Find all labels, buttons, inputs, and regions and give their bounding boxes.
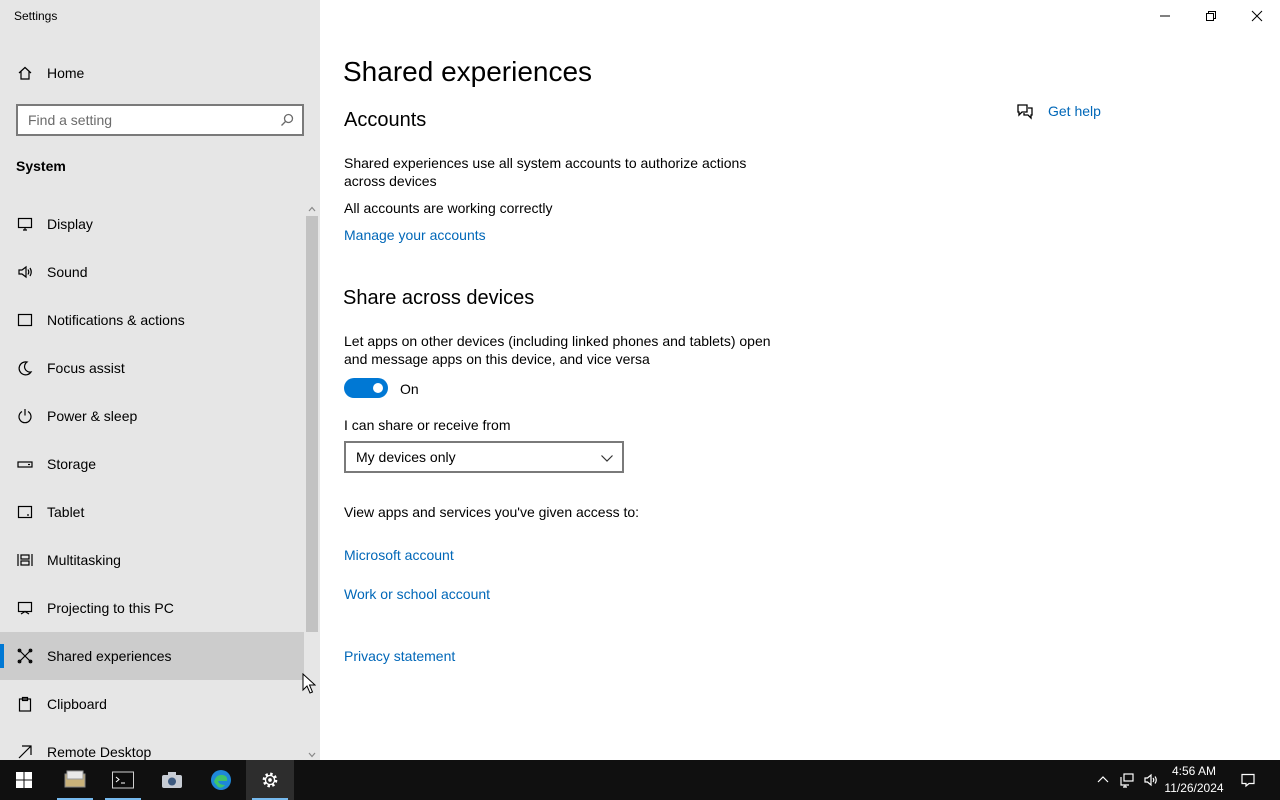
sidebar-item-clipboard[interactable]: Clipboard [0, 680, 304, 728]
clipboard-icon [16, 695, 34, 713]
taskbar-file-explorer[interactable] [51, 760, 99, 800]
start-button[interactable] [0, 760, 48, 800]
accounts-description: Shared experiences use all system accoun… [344, 155, 747, 189]
view-apps-label: View apps and services you've given acce… [344, 504, 640, 520]
shared-experiences-icon [16, 647, 34, 665]
taskbar-settings[interactable] [246, 760, 294, 800]
sidebar-item-label: Multitasking [47, 552, 121, 568]
taskbar-edge[interactable] [197, 760, 245, 800]
restore-icon [1206, 11, 1216, 21]
app-title: Settings [14, 9, 58, 23]
sidebar-item-shared-experiences[interactable]: Shared experiences [0, 632, 304, 680]
sidebar-item-label: Projecting to this PC [47, 600, 174, 616]
moon-icon [16, 359, 34, 377]
start-icon [16, 772, 32, 788]
sidebar-item-tablet[interactable]: Tablet [0, 488, 304, 536]
scroll-down-icon[interactable] [308, 746, 316, 758]
sidebar-item-label: Tablet [47, 504, 85, 520]
get-help-link[interactable]: Get help [1016, 101, 1101, 121]
chevron-down-icon [600, 451, 614, 465]
clock-time: 4:56 AM [1171, 764, 1217, 778]
sidebar-item-label: Focus assist [47, 360, 125, 376]
scrollbar-thumb[interactable] [306, 216, 318, 632]
storage-icon [16, 455, 34, 473]
accounts-heading: Accounts [344, 109, 427, 131]
section-title: System [16, 158, 66, 174]
network-icon[interactable] [1117, 770, 1137, 790]
tablet-icon [16, 503, 34, 521]
window-controls [1142, 0, 1280, 32]
sidebar-item-label: Remote Desktop [47, 744, 152, 760]
share-heading: Share across devices [343, 287, 535, 309]
share-across-devices-toggle[interactable] [344, 378, 388, 398]
sidebar-item-notifications[interactable]: Notifications & actions [0, 296, 304, 344]
taskbar-clock[interactable]: 4:56 AM 11/26/2024 [1160, 763, 1228, 797]
help-chat-icon [1016, 102, 1034, 120]
manage-accounts-link[interactable]: Manage your accounts [344, 227, 486, 243]
taskbar: 4:56 AM 11/26/2024 [0, 760, 1280, 800]
sidebar-item-label: Sound [47, 264, 88, 280]
microsoft-account-link[interactable]: Microsoft account [344, 547, 454, 563]
restore-button[interactable] [1188, 0, 1234, 32]
sidebar-item-label: Power & sleep [47, 408, 138, 424]
sidebar-item-display[interactable]: Display [0, 200, 304, 248]
main-content: Shared experiences Get help Accounts Sha… [320, 0, 1280, 760]
sidebar: Settings Home System Display Sound [0, 0, 320, 760]
file-explorer-icon [64, 770, 86, 788]
speaker-icon [16, 263, 34, 281]
home-icon [16, 64, 34, 82]
sidebar-item-label: Storage [47, 456, 97, 472]
volume-icon[interactable] [1141, 770, 1161, 790]
sidebar-item-multitasking[interactable]: Multitasking [0, 536, 304, 584]
sidebar-item-home[interactable]: Home [0, 54, 304, 92]
camera-icon [162, 772, 182, 788]
sidebar-item-storage[interactable]: Storage [0, 440, 304, 488]
sidebar-item-label: Notifications & actions [47, 312, 185, 328]
taskbar-terminal[interactable] [99, 760, 147, 800]
work-school-account-link[interactable]: Work or school account [344, 586, 490, 602]
search-box[interactable] [16, 104, 304, 136]
minimize-button[interactable] [1142, 0, 1188, 32]
sidebar-item-power-sleep[interactable]: Power & sleep [0, 392, 304, 440]
action-center-icon[interactable] [1238, 770, 1258, 790]
sidebar-nav: Display Sound Notifications & actions Fo… [0, 200, 304, 760]
get-help-label[interactable]: Get help [1048, 103, 1101, 119]
privacy-statement-link[interactable]: Privacy statement [344, 648, 455, 664]
sidebar-item-label: Shared experiences [47, 648, 172, 664]
multitasking-icon [16, 551, 34, 569]
power-icon [16, 407, 34, 425]
notification-icon [16, 311, 34, 329]
mouse-cursor-icon [302, 672, 317, 695]
edge-icon [211, 770, 231, 790]
sidebar-item-remote-desktop[interactable]: Remote Desktop [0, 728, 304, 760]
accounts-status: All accounts are working correctly [344, 200, 553, 216]
remote-desktop-icon [16, 743, 34, 760]
share-description: Let apps on other devices (including lin… [344, 333, 771, 367]
dropdown-value: My devices only [356, 449, 456, 465]
toggle-knob [373, 383, 383, 393]
clock-date: 11/26/2024 [1164, 781, 1224, 795]
terminal-icon [112, 771, 134, 789]
search-icon[interactable] [280, 113, 294, 127]
sidebar-item-focus-assist[interactable]: Focus assist [0, 344, 304, 392]
sidebar-item-sound[interactable]: Sound [0, 248, 304, 296]
minimize-icon [1160, 15, 1170, 17]
show-hidden-icons-icon[interactable] [1093, 770, 1113, 790]
search-input[interactable] [18, 106, 268, 134]
sidebar-item-label: Display [47, 216, 93, 232]
monitor-icon [16, 215, 34, 233]
projecting-icon [16, 599, 34, 617]
page-title: Shared experiences [343, 56, 593, 87]
close-button[interactable] [1234, 0, 1280, 32]
toggle-state-label: On [400, 381, 419, 397]
sidebar-item-projecting[interactable]: Projecting to this PC [0, 584, 304, 632]
scroll-up-icon[interactable] [308, 200, 316, 212]
settings-icon [262, 772, 278, 788]
share-from-label: I can share or receive from [344, 417, 511, 433]
taskbar-camera[interactable] [148, 760, 196, 800]
sidebar-item-label: Clipboard [47, 696, 107, 712]
sidebar-item-label: Home [47, 65, 85, 81]
close-icon [1251, 10, 1263, 22]
share-from-dropdown[interactable]: My devices only [344, 441, 624, 473]
